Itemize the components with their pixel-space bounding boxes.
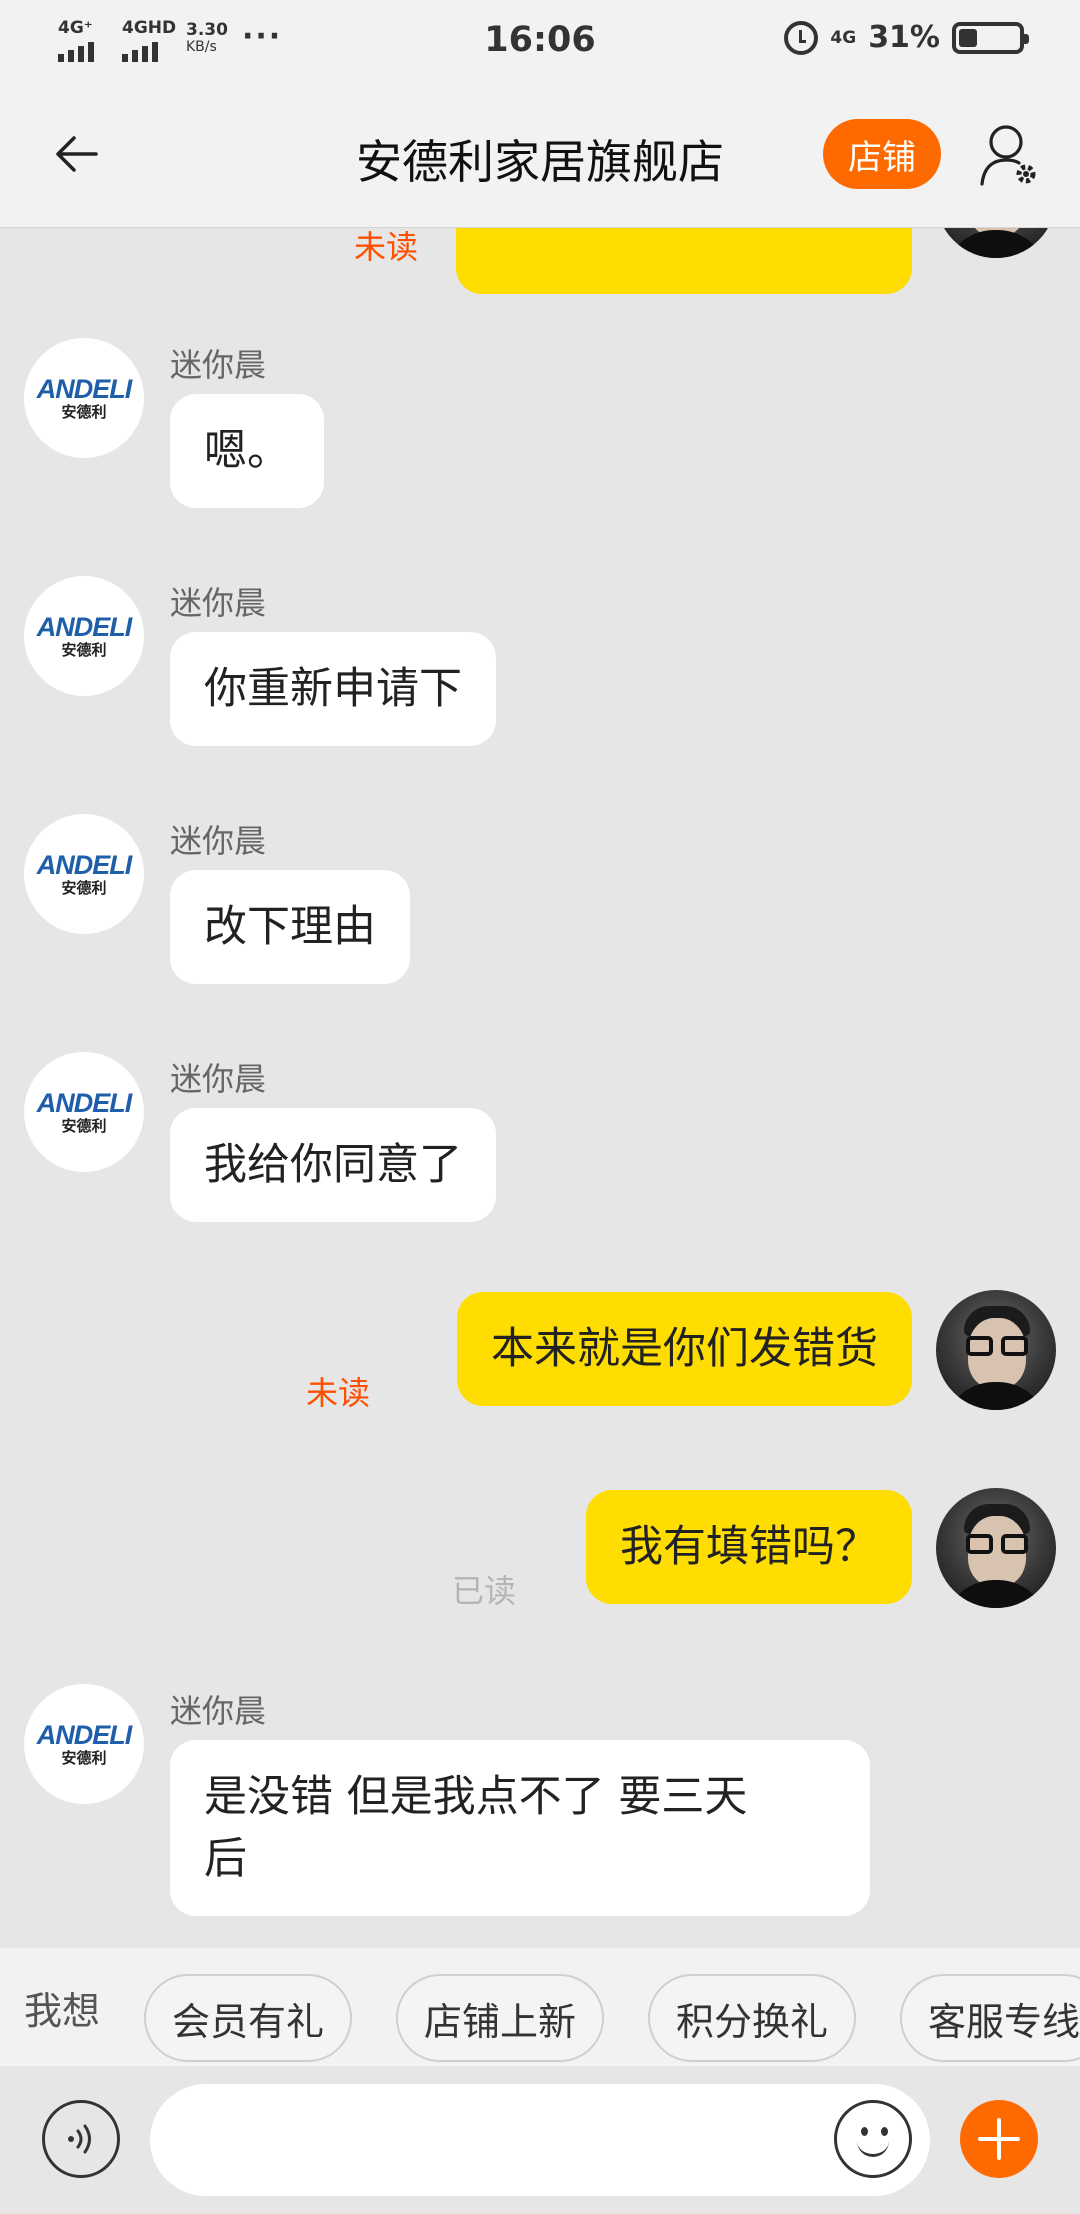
my-message-bubble[interactable]: 我有填错吗？: [586, 1490, 912, 1604]
read-status: 已读: [452, 1572, 517, 1610]
my-avatar[interactable]: [936, 1290, 1056, 1410]
quick-reply-chip[interactable]: 积分换礼: [648, 1974, 857, 2062]
my-message-bubble[interactable]: [456, 228, 912, 294]
voice-button[interactable]: [42, 2100, 120, 2178]
status-bar: 4G⁺ 4GHD 3.30 KB/s ··· 16:06 4G 31%: [0, 0, 1080, 86]
quick-reply-chip[interactable]: 客服专线: [900, 1974, 1080, 2062]
user-settings-icon: [980, 125, 1036, 186]
unread-status: 未读: [306, 1374, 371, 1412]
mobile-data-icon: 4G: [830, 27, 857, 48]
plus-icon: [978, 2118, 1020, 2160]
sender-name: 迷你晨: [170, 1060, 267, 1098]
user-settings-button[interactable]: [978, 122, 1040, 188]
shop-avatar[interactable]: ANDELI 安德利: [24, 814, 144, 934]
received-message-bubble[interactable]: 改下理由: [170, 870, 410, 984]
shop-avatar[interactable]: ANDELI 安德利: [24, 576, 144, 696]
shop-avatar[interactable]: ANDELI 安德利: [24, 1052, 144, 1172]
sender-name: 迷你晨: [170, 822, 267, 860]
shop-button[interactable]: 店铺: [823, 119, 941, 189]
my-avatar[interactable]: [936, 228, 1056, 258]
received-message-bubble[interactable]: 你重新申请下: [170, 632, 496, 746]
received-message-bubble[interactable]: 嗯。: [170, 394, 324, 508]
sender-name: 迷你晨: [170, 584, 267, 622]
quick-reply-bar[interactable]: 我想 会员有礼 店铺上新 积分换礼 客服专线: [0, 1948, 1080, 2066]
quick-reply-label: 我想: [24, 1989, 101, 2033]
shop-avatar[interactable]: ANDELI 安德利: [24, 338, 144, 458]
sender-name: 迷你晨: [170, 346, 267, 384]
message-input[interactable]: [150, 2084, 930, 2196]
my-message-bubble[interactable]: 本来就是你们发错货: [457, 1292, 912, 1406]
alarm-icon: [784, 20, 819, 55]
unread-status: 未读: [354, 228, 419, 266]
received-message-bubble[interactable]: 是没错 但是我点不了 要三天 后: [170, 1740, 870, 1916]
my-avatar[interactable]: [936, 1488, 1056, 1608]
voice-icon: [68, 2124, 91, 2154]
received-message-bubble[interactable]: 我给你同意了: [170, 1108, 496, 1222]
emoji-button[interactable]: [834, 2100, 912, 2178]
more-actions-button[interactable]: [960, 2100, 1038, 2178]
battery-percent: 31%: [868, 20, 940, 55]
emoji-icon: [861, 2127, 868, 2136]
quick-reply-chip[interactable]: 店铺上新: [396, 1974, 605, 2062]
message-list[interactable]: 未读 ANDELI 安德利 迷你晨 嗯。 ANDELI 安德利 迷你晨 你重新申…: [0, 228, 1080, 1948]
input-bar: [0, 2066, 1080, 2214]
sender-name: 迷你晨: [170, 1692, 267, 1730]
battery-icon: [952, 21, 1029, 54]
shop-avatar[interactable]: ANDELI 安德利: [24, 1684, 144, 1804]
quick-reply-chip[interactable]: 会员有礼: [144, 1974, 353, 2062]
chat-header: 安德利家居旗舰店 店铺: [0, 86, 1080, 228]
